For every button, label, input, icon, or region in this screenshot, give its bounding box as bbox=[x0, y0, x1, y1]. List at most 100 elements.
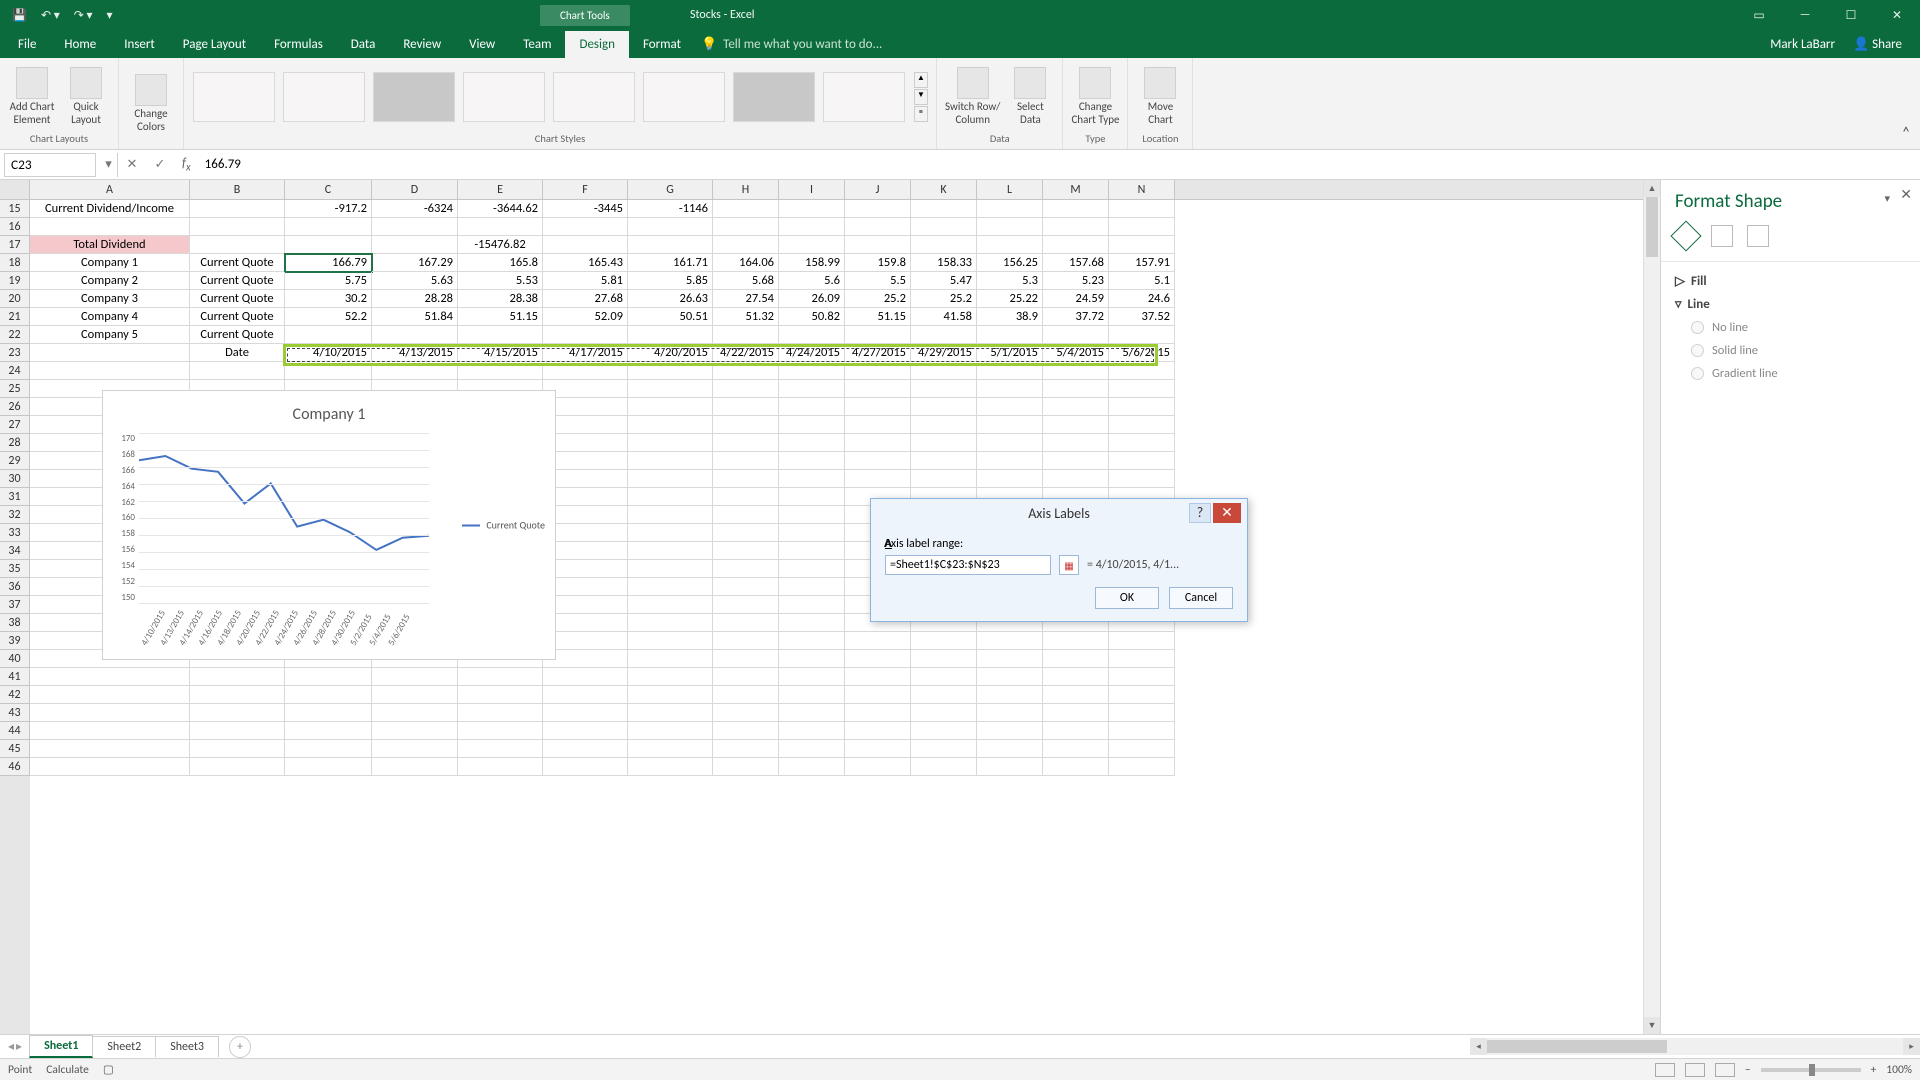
cell[interactable] bbox=[779, 398, 845, 416]
cell[interactable] bbox=[628, 488, 713, 506]
cell[interactable] bbox=[977, 722, 1043, 740]
select-data-button[interactable]: Select Data bbox=[1006, 67, 1054, 126]
cell[interactable]: 5.47 bbox=[911, 272, 977, 290]
cell[interactable] bbox=[285, 686, 372, 704]
quick-layout-button[interactable]: Quick Layout bbox=[62, 67, 110, 126]
cell[interactable] bbox=[779, 722, 845, 740]
tab-formulas[interactable]: Formulas bbox=[260, 31, 337, 58]
cell[interactable] bbox=[285, 326, 372, 344]
cell[interactable] bbox=[285, 758, 372, 776]
row-header[interactable]: 42 bbox=[0, 686, 30, 704]
row-header[interactable]: 25 bbox=[0, 380, 30, 398]
cell[interactable]: 159.8 bbox=[845, 254, 911, 272]
chart-legend[interactable]: Current Quote bbox=[462, 519, 545, 532]
row-header[interactable]: 35 bbox=[0, 560, 30, 578]
sheet-nav-prev-icon[interactable]: ◂ bbox=[8, 1039, 14, 1054]
cell[interactable]: 51.15 bbox=[845, 308, 911, 326]
cell[interactable] bbox=[628, 470, 713, 488]
row-header[interactable]: 36 bbox=[0, 578, 30, 596]
cell[interactable] bbox=[1109, 470, 1175, 488]
cell[interactable] bbox=[713, 200, 779, 218]
cell[interactable]: Current Quote bbox=[190, 326, 285, 344]
cell[interactable] bbox=[285, 722, 372, 740]
cell[interactable] bbox=[543, 722, 628, 740]
cell[interactable] bbox=[845, 650, 911, 668]
cell[interactable] bbox=[1109, 326, 1175, 344]
cell[interactable] bbox=[911, 434, 977, 452]
cell[interactable] bbox=[1043, 200, 1109, 218]
cell[interactable] bbox=[713, 614, 779, 632]
cell[interactable] bbox=[977, 470, 1043, 488]
cell[interactable] bbox=[713, 596, 779, 614]
vertical-scrollbar[interactable]: ▲ ▼ bbox=[1643, 180, 1660, 1034]
switch-row-column-button[interactable]: Switch Row/ Column bbox=[945, 67, 1000, 126]
cell[interactable] bbox=[628, 650, 713, 668]
tell-me-search[interactable]: 💡 Tell me what you want to do... bbox=[701, 37, 882, 58]
cell[interactable] bbox=[543, 740, 628, 758]
cell[interactable] bbox=[779, 380, 845, 398]
cell[interactable] bbox=[1043, 758, 1109, 776]
cell[interactable]: 5.3 bbox=[977, 272, 1043, 290]
cell[interactable]: 157.68 bbox=[1043, 254, 1109, 272]
cell[interactable] bbox=[458, 326, 543, 344]
cell[interactable] bbox=[628, 326, 713, 344]
cell[interactable] bbox=[372, 326, 458, 344]
cell[interactable] bbox=[713, 326, 779, 344]
cell[interactable] bbox=[845, 470, 911, 488]
cell[interactable] bbox=[1043, 434, 1109, 452]
macro-record-icon[interactable]: ▢ bbox=[103, 1062, 114, 1077]
cell[interactable]: 5.85 bbox=[628, 272, 713, 290]
cell[interactable] bbox=[713, 452, 779, 470]
cell[interactable] bbox=[779, 236, 845, 254]
cell[interactable] bbox=[977, 218, 1043, 236]
cell[interactable] bbox=[628, 524, 713, 542]
cell[interactable]: 52.2 bbox=[285, 308, 372, 326]
cell[interactable] bbox=[372, 704, 458, 722]
cell[interactable] bbox=[1043, 686, 1109, 704]
row-header[interactable]: 17 bbox=[0, 236, 30, 254]
cell[interactable] bbox=[285, 704, 372, 722]
cell[interactable] bbox=[1109, 704, 1175, 722]
no-line-option[interactable]: No line bbox=[1675, 316, 1906, 339]
cell[interactable]: 25.2 bbox=[911, 290, 977, 308]
cell[interactable] bbox=[911, 416, 977, 434]
cell[interactable] bbox=[713, 218, 779, 236]
cell[interactable] bbox=[458, 704, 543, 722]
cell[interactable] bbox=[911, 758, 977, 776]
cell[interactable] bbox=[845, 416, 911, 434]
column-header[interactable]: L bbox=[977, 180, 1043, 199]
cell[interactable]: 28.38 bbox=[458, 290, 543, 308]
cell[interactable] bbox=[1109, 416, 1175, 434]
cell[interactable]: 30.2 bbox=[285, 290, 372, 308]
qat-customize-icon[interactable]: ▾ bbox=[107, 8, 113, 23]
tab-home[interactable]: Home bbox=[50, 31, 110, 58]
column-header[interactable]: E bbox=[458, 180, 543, 199]
cell[interactable] bbox=[628, 542, 713, 560]
cell[interactable]: 157.91 bbox=[1109, 254, 1175, 272]
cell[interactable] bbox=[713, 236, 779, 254]
cell[interactable]: Company 3 bbox=[30, 290, 190, 308]
cell[interactable]: Current Quote bbox=[190, 308, 285, 326]
sheet-tab-1[interactable]: Sheet1 bbox=[29, 1035, 93, 1058]
cell[interactable] bbox=[911, 686, 977, 704]
cell[interactable] bbox=[977, 704, 1043, 722]
cell[interactable] bbox=[779, 650, 845, 668]
minimize-button[interactable]: — bbox=[1782, 0, 1828, 30]
cell[interactable] bbox=[543, 704, 628, 722]
cell[interactable]: Company 4 bbox=[30, 308, 190, 326]
cell[interactable] bbox=[628, 740, 713, 758]
cell[interactable] bbox=[977, 650, 1043, 668]
column-header[interactable]: D bbox=[372, 180, 458, 199]
chart-style-4[interactable] bbox=[463, 72, 545, 122]
cell[interactable] bbox=[190, 758, 285, 776]
cell[interactable] bbox=[628, 398, 713, 416]
cell[interactable] bbox=[372, 722, 458, 740]
cell[interactable] bbox=[628, 686, 713, 704]
cell[interactable] bbox=[1109, 380, 1175, 398]
chart-style-5[interactable] bbox=[553, 72, 635, 122]
cell[interactable] bbox=[977, 326, 1043, 344]
cell[interactable] bbox=[1043, 740, 1109, 758]
cell[interactable] bbox=[1043, 236, 1109, 254]
cell[interactable]: Company 1 bbox=[30, 254, 190, 272]
cell[interactable] bbox=[30, 758, 190, 776]
